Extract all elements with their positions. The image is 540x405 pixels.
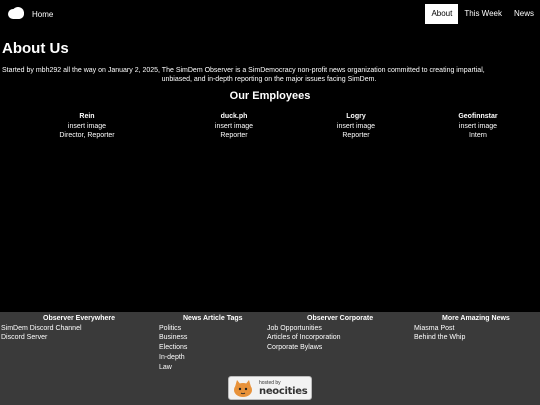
employee-name: duck.ph (220, 113, 248, 120)
neocities-badge[interactable]: hosted by neocities (228, 376, 312, 400)
nav-this-week-link[interactable]: This Week (458, 4, 508, 24)
footer-link-bylaws[interactable]: Corporate Bylaws (267, 343, 373, 353)
about-text-line2: unbiased, and in-depth reporting on the … (161, 76, 377, 83)
employee-card: Logry insert image Reporter (316, 112, 396, 141)
footer-heading: Observer Corporate (307, 315, 374, 322)
employee-card: Geofinnstar insert image Intern (438, 112, 518, 141)
footer-link-discord-server[interactable]: Discord Server (1, 333, 115, 343)
footer-column-everywhere: Observer Everywhere SimDem Discord Chann… (1, 314, 115, 343)
employee-role: Reporter (220, 132, 248, 139)
page-title: About Us (2, 40, 69, 57)
employee-name: Logry (346, 113, 366, 120)
footer-column-more-news: More Amazing News Miasma Post Behind the… (414, 314, 510, 343)
employee-role: Reporter (342, 132, 370, 139)
nav-home-link[interactable]: Home (32, 10, 53, 19)
employees-heading: Our Employees (229, 90, 311, 102)
footer-link-articles[interactable]: Articles of Incorporation (267, 333, 373, 343)
employee-role: Intern (469, 132, 487, 139)
footer-link-law[interactable]: Law (159, 363, 243, 373)
toggle-knob-icon[interactable] (12, 7, 24, 19)
footer-column-tags: News Article Tags Politics Business Elec… (159, 314, 243, 372)
footer-heading: More Amazing News (442, 315, 510, 322)
employee-name: Rein (79, 113, 95, 120)
employee-name: Geofinnstar (458, 113, 498, 120)
cat-icon (234, 380, 252, 397)
footer-link-discord-channel[interactable]: SimDem Discord Channel (1, 324, 115, 334)
top-nav: Home About This Week News (0, 0, 540, 28)
nav-about-link[interactable]: About (425, 4, 459, 24)
employee-card: Rein insert image Director, Reporter (47, 112, 127, 141)
footer-heading: News Article Tags (183, 315, 243, 322)
footer-link-business[interactable]: Business (159, 333, 243, 343)
nav-links: About This Week News (425, 4, 540, 24)
employee-image-placeholder: insert image (458, 122, 498, 130)
footer-link-miasma-post[interactable]: Miasma Post (414, 324, 510, 334)
nav-news-link[interactable]: News (508, 4, 540, 24)
about-description: Started by mbh292 all the way on January… (2, 66, 536, 84)
employee-image-placeholder: insert image (336, 122, 376, 130)
footer-link-in-depth[interactable]: In-depth (159, 353, 243, 363)
about-text-line1: Started by mbh292 all the way on January… (2, 67, 485, 74)
footer-column-corporate: Observer Corporate Job Opportunities Art… (267, 314, 373, 353)
footer-link-behind-the-whip[interactable]: Behind the Whip (414, 333, 510, 343)
footer-heading: Observer Everywhere (43, 315, 115, 322)
footer-link-elections[interactable]: Elections (159, 343, 243, 353)
employee-card: duck.ph insert image Reporter (194, 112, 274, 141)
footer-link-jobs[interactable]: Job Opportunities (267, 324, 373, 334)
badge-brand-text: neocities (259, 386, 308, 397)
employee-image-placeholder: insert image (214, 122, 254, 130)
employee-role: Director, Reporter (59, 132, 115, 139)
footer-link-politics[interactable]: Politics (159, 324, 243, 334)
employee-image-placeholder: insert image (67, 122, 107, 130)
